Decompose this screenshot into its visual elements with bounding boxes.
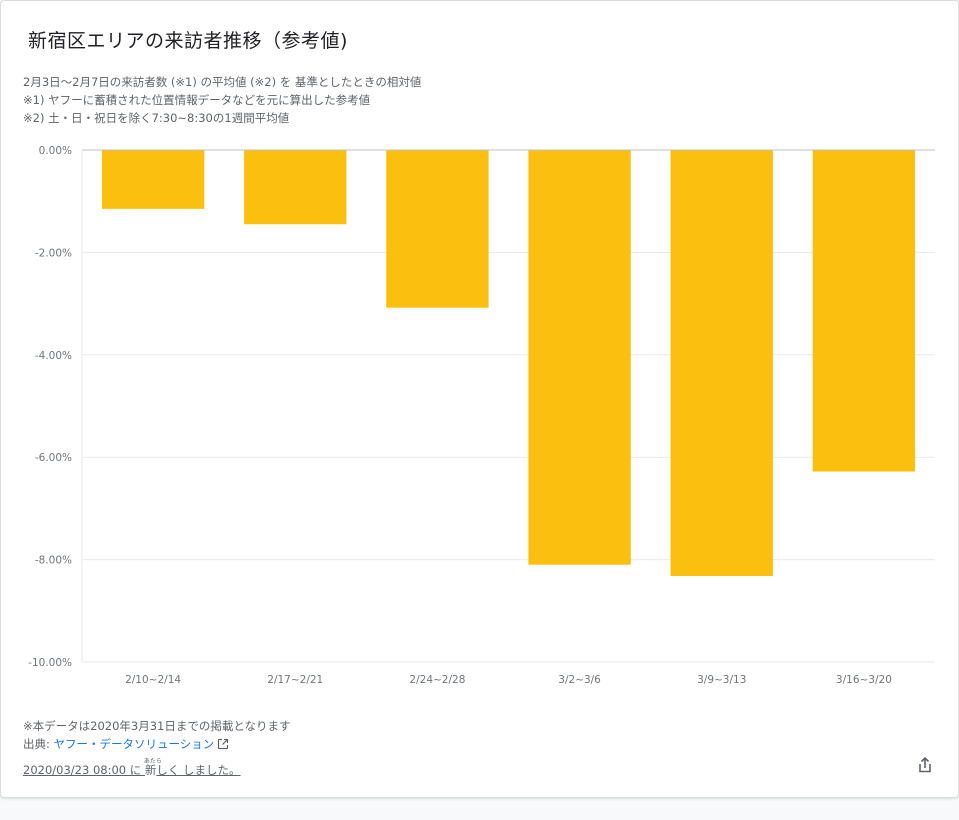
x-tick-label: 3/9~3/13: [697, 674, 746, 686]
updated-furigana: あたら: [143, 758, 162, 765]
bar: [812, 150, 916, 472]
x-tick-label: 2/17~2/21: [267, 674, 323, 686]
chart-footer: ※本データは2020年3月31日までの掲載となります 出典: ヤフー・データソリ…: [23, 717, 291, 779]
disclaimer-text: ※本データは2020年3月31日までの掲載となります: [23, 719, 291, 733]
bar: [244, 150, 347, 225]
x-tick-label: 3/16~3/20: [836, 674, 892, 686]
note-line: ※2) 土・日・祝日を除く7:30~8:30の1週間平均値: [23, 111, 290, 125]
note-line: 2月3日〜2月7日の来訪者数 (※1) の平均値 (※2) を 基準としたときの…: [23, 75, 422, 89]
share-icon[interactable]: [915, 755, 935, 775]
updated-suffix: しく しました。: [156, 763, 241, 777]
x-tick-label: 2/24~2/28: [409, 674, 465, 686]
y-tick-label: -10.00%: [28, 657, 72, 669]
external-link-icon[interactable]: [217, 737, 229, 755]
bar: [670, 150, 773, 576]
x-tick-label: 2/10~2/14: [125, 674, 181, 686]
bar-chart: 0.00% -2.00% -4.00% -6.00% -8.00% -10.00% 2/10…: [28, 145, 935, 686]
source-line: 出典: ヤフー・データソリューション: [23, 735, 291, 755]
updated-text[interactable]: 2020/03/23 08:00 に あたら 新しく しました。: [23, 758, 241, 779]
y-tick-label: -8.00%: [35, 555, 72, 567]
y-tick-label: -4.00%: [35, 350, 72, 362]
y-tick-label: 0.00%: [39, 145, 72, 157]
card-title: 新宿区エリアの来訪者推移（参考値): [28, 30, 348, 52]
note-line: ※1) ヤフーに蓄積された位置情報データなどを元に算出した参考値: [23, 93, 371, 107]
updated-prefix: 2020/03/23 08:00 に: [23, 763, 145, 777]
chart-notes: 2月3日〜2月7日の来訪者数 (※1) の平均値 (※2) を 基準としたときの…: [23, 73, 421, 127]
bar: [101, 150, 205, 209]
x-tick-label: 3/2~3/6: [558, 674, 601, 686]
updated-kanji: あたら新: [144, 758, 162, 779]
chart-card: 新宿区エリアの来訪者推移（参考値) 2月3日〜2月7日の来訪者数 (※1) の平…: [0, 0, 959, 798]
y-tick-label: -6.00%: [35, 452, 72, 464]
source-link[interactable]: ヤフー・データソリューション: [54, 737, 215, 751]
bar: [528, 150, 631, 565]
bar: [386, 150, 489, 308]
y-tick-label: -2.00%: [35, 247, 72, 259]
source-prefix: 出典:: [23, 737, 54, 751]
